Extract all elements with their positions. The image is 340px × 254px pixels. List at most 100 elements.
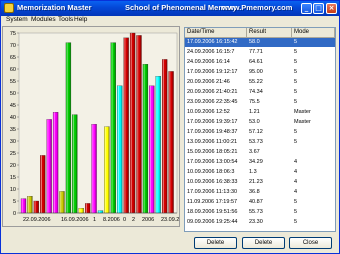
cell-mode: Master [294, 109, 311, 115]
table-row[interactable]: 10.09.2006 12:52 1.21 Master [185, 108, 335, 117]
bar-shade [108, 126, 110, 213]
cell-result: 57.12 [249, 129, 263, 135]
cell-mode: 4 [294, 189, 298, 195]
results-grid[interactable]: Date/Time Result Mode 17.09.2006 16:15:4… [184, 27, 336, 232]
x-tick-label: 0 [123, 217, 126, 223]
table-row[interactable]: 23.09.2006 22:35:45 75.5 5 [185, 98, 335, 107]
cell-mode: 5 [294, 59, 298, 65]
table-row[interactable]: 20.09.2006 21:46 55.22 5 [185, 78, 335, 87]
x-tick-label: 16.09.2006 [61, 217, 89, 223]
table-row[interactable]: 09.09.2006 19:25:44 23.30 5 [185, 218, 335, 227]
cell-mode: 5 [294, 139, 298, 145]
app-icon [4, 3, 14, 13]
table-row[interactable]: 17.09.2006 16:15:42 58.0 5 [185, 38, 335, 47]
cell-mode: Master [294, 119, 311, 125]
bar-highlight [92, 124, 94, 213]
cell-datetime: 17.09.2006 16:15:42 [187, 39, 238, 45]
table-row[interactable]: 10.09.2006 18:06:3 1.3 4 [185, 168, 335, 177]
cell-result: 1.3 [249, 169, 257, 175]
header-result[interactable]: Result [247, 28, 292, 38]
maximize-button[interactable]: □ [313, 3, 324, 14]
table-row[interactable]: 18.09.2006 19:51:56 55.73 5 [185, 208, 335, 217]
table-row[interactable]: 17.09.2006 19:39:17 53.0 Master [185, 118, 335, 127]
table-row[interactable]: 15.09.2006 18:05:21 3.67 [185, 148, 335, 157]
delete-all-button[interactable]: Delete [242, 237, 285, 249]
cell-result: 75.5 [249, 99, 260, 105]
bar-shade [152, 85, 155, 213]
bar-highlight [21, 198, 23, 213]
cell-mode: 4 [294, 179, 298, 185]
bar-shade [133, 33, 136, 213]
cell-datetime: 20.09.2006 21:40:21 [187, 89, 238, 95]
bar-shade [120, 85, 123, 213]
table-row[interactable]: 24.09.2006 16:14 64.61 5 [185, 58, 335, 67]
minimize-button[interactable]: _ [301, 3, 312, 14]
cell-datetime: 10.09.2006 12:52 [187, 109, 230, 115]
cell-datetime: 17.09.2006 19:48:37 [187, 129, 238, 135]
cell-datetime: 23.09.2006 22:35:45 [187, 99, 238, 105]
cell-result: 74.34 [249, 89, 263, 95]
window-subtitle-url: www.Pmemory.com [222, 3, 293, 12]
cell-result: 64.61 [249, 59, 263, 65]
table-row[interactable]: 13.09.2006 11:00:21 53.73 5 [185, 138, 335, 147]
cell-mode: 5 [294, 99, 298, 105]
delete-button[interactable]: Delete [194, 237, 237, 249]
bar-highlight [137, 35, 139, 214]
cell-datetime: 24.09.2006 16:15:7 [187, 49, 235, 55]
cell-datetime: 10.09.2006 16:38:33 [187, 179, 238, 185]
cell-datetime: 24.09.2006 16:14 [187, 59, 230, 65]
bar-shade [165, 59, 168, 214]
bar-highlight [111, 42, 113, 213]
table-row[interactable]: 20.09.2006 21:40:21 74.34 5 [185, 88, 335, 97]
table-row[interactable]: 17.09.2006 19:12:17 95.00 5 [185, 68, 335, 77]
table-row[interactable]: 10.09.2006 16:38:33 21.23 4 [185, 178, 335, 187]
close-window-button[interactable]: × [326, 3, 337, 14]
cell-datetime: 17.09.2006 13:00:54 [187, 159, 238, 165]
bar-shade [63, 191, 65, 213]
bar-highlight [105, 126, 107, 213]
table-row[interactable]: 17.09.2006 19:48:37 57.12 5 [185, 128, 335, 137]
app-window: Memorization Master School of Phenomenal… [0, 0, 340, 254]
cell-mode: 5 [294, 89, 298, 95]
bar-highlight [169, 71, 171, 214]
bar-shade [50, 119, 52, 213]
bar-highlight [150, 85, 152, 213]
y-tick-label: 20 [10, 163, 16, 169]
bar-highlight [130, 33, 132, 213]
menu-help[interactable]: Help [74, 16, 87, 23]
close-button[interactable]: Close [289, 237, 332, 249]
bar-shade [127, 37, 129, 213]
window-subtitle-school: School of Phenomenal Memory [125, 3, 237, 12]
cell-result: 55.22 [249, 79, 263, 85]
table-row[interactable]: 17.09.2006 11:13:30 36.8 4 [185, 188, 335, 197]
bar-highlight [28, 196, 30, 213]
table-row[interactable]: 24.09.2006 16:15:7 77.71 5 [185, 48, 335, 57]
cell-result: 53.0 [249, 119, 260, 125]
bar-shade [75, 114, 78, 213]
menu-modules[interactable]: Modules [31, 16, 56, 23]
bar-highlight [162, 59, 164, 214]
menu-system[interactable]: System [6, 16, 28, 23]
cell-result: 53.73 [249, 139, 263, 145]
bar-shade [37, 201, 39, 213]
y-tick-label: 15 [10, 175, 16, 181]
title-bar[interactable]: Memorization Master School of Phenomenal… [1, 1, 339, 16]
cell-result: 55.73 [249, 209, 263, 215]
bar-shade [95, 124, 97, 213]
y-tick-label: 30 [10, 139, 16, 145]
menu-tools[interactable]: Tools [58, 16, 73, 23]
cell-datetime: 13.09.2006 11:00:21 [187, 139, 238, 145]
bar-shade [88, 203, 91, 213]
bar-highlight [41, 155, 43, 213]
header-datetime[interactable]: Date/Time [185, 28, 247, 38]
header-mode[interactable]: Mode [292, 28, 335, 38]
cell-result: 58.0 [249, 39, 260, 45]
table-row[interactable]: 17.09.2006 13:00:54 34.29 4 [185, 158, 335, 167]
cell-mode: 5 [294, 49, 298, 55]
x-tick-label: 8.2006 [103, 217, 120, 223]
table-row[interactable]: 11.09.2006 17:19:57 40.87 5 [185, 198, 335, 207]
cell-result: 95.00 [249, 69, 263, 75]
bar-highlight [85, 203, 87, 213]
bar-shade [82, 208, 84, 213]
bar-highlight [53, 112, 55, 213]
